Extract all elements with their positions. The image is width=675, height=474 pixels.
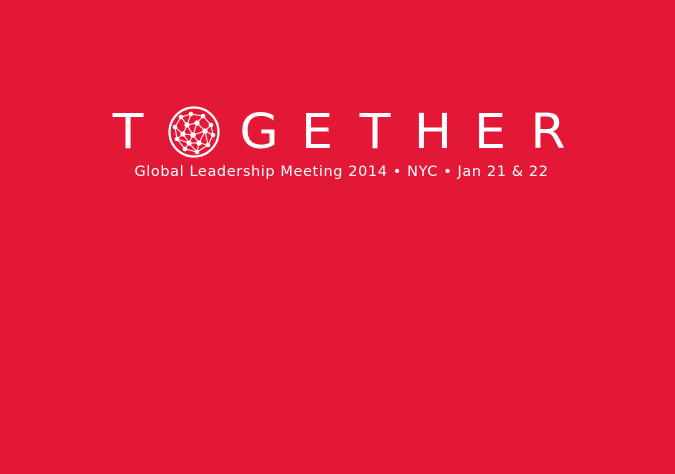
wordmark-letter-h: H	[413, 104, 452, 160]
network-globe-icon	[166, 104, 222, 160]
event-subtitle: Global Leadership Meeting 2014 • NYC • J…	[134, 164, 549, 180]
wordmark-letter-t: T	[112, 104, 144, 160]
title-slide: T G E T H E R Global Leadership Meeting …	[0, 0, 675, 474]
together-wordmark: T G E T H E R	[108, 104, 568, 160]
wordmark-letter-g: G	[239, 104, 279, 160]
wordmark-letter-t2: T	[359, 104, 391, 160]
wordmark-letter-r: R	[530, 104, 566, 160]
wordmark-letter-e: E	[301, 104, 334, 160]
wordmark-letter-e2: E	[474, 104, 507, 160]
